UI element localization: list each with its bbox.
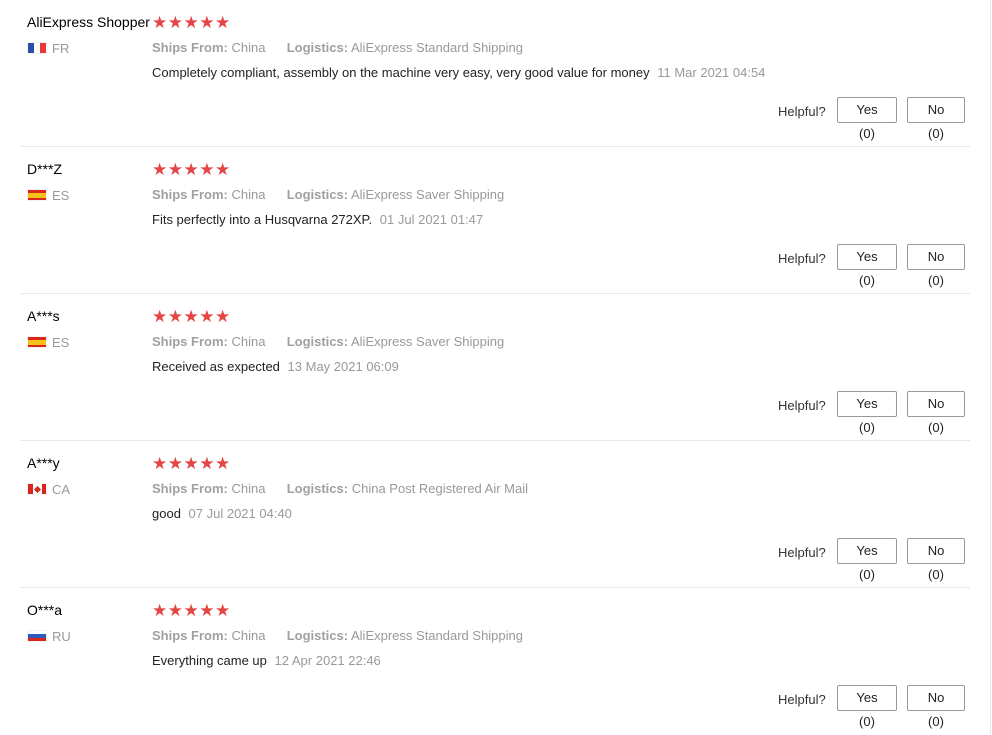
star-rating: ★★★★★ xyxy=(152,307,231,326)
review-item: AliExpress Shopper FR ★★★★★ Ships From: … xyxy=(0,0,990,147)
review-content: Everything came up 12 Apr 2021 22:46 xyxy=(152,653,381,668)
review-item: A***s ES ★★★★★ Ships From: China Logisti… xyxy=(0,294,990,441)
helpful-label: Helpful? xyxy=(778,398,826,413)
review-text: Completely compliant, assembly on the ma… xyxy=(152,65,650,80)
logistics-label: Logistics: xyxy=(286,40,349,55)
logistics-value: AliExpress Standard Shipping xyxy=(351,40,523,55)
spain-flag-icon xyxy=(27,189,47,201)
reviewer-country: RU xyxy=(52,629,71,644)
helpful-no-button[interactable]: No (0) xyxy=(907,244,965,288)
ships-from-label: Ships From: xyxy=(152,40,228,55)
reviewer-name: AliExpress Shopper xyxy=(27,14,150,30)
star-rating: ★★★★★ xyxy=(152,601,231,620)
ships-from-value: China xyxy=(231,40,266,55)
review-list: AliExpress Shopper FR ★★★★★ Ships From: … xyxy=(0,0,991,734)
helpful-no-button[interactable]: No (0) xyxy=(907,538,965,582)
review-text: Received as expected xyxy=(152,359,280,374)
review-text: good xyxy=(152,506,181,521)
helpful-label: Helpful? xyxy=(778,545,826,560)
reviewer-name: A***s xyxy=(27,308,60,324)
helpful-label: Helpful? xyxy=(778,251,826,266)
reviewer-name: A***y xyxy=(27,455,60,471)
reviewer-country: CA xyxy=(52,482,71,497)
logistics-value: China Post Registered Air Mail xyxy=(351,481,529,496)
review-date: 11 Mar 2021 04:54 xyxy=(657,65,766,80)
reviewer-country: ES xyxy=(52,188,70,203)
helpful-label: Helpful? xyxy=(778,692,826,707)
shipping-info: Ships From: China Logistics: AliExpress … xyxy=(152,334,504,349)
ships-from-label: Ships From: xyxy=(152,481,228,496)
ships-from-label: Ships From: xyxy=(152,334,228,349)
review-date: 01 Jul 2021 01:47 xyxy=(379,212,484,227)
review-text: Everything came up xyxy=(152,653,267,668)
ships-from-label: Ships From: xyxy=(152,187,228,202)
shipping-info: Ships From: China Logistics: AliExpress … xyxy=(152,40,523,55)
star-rating: ★★★★★ xyxy=(152,160,231,179)
review-content: good 07 Jul 2021 04:40 xyxy=(152,506,292,521)
review-item: O***a RU ★★★★★ Ships From: China Logisti… xyxy=(0,588,990,735)
helpful-no-button[interactable]: No (0) xyxy=(907,391,965,435)
shipping-info: Ships From: China Logistics: China Post … xyxy=(152,481,528,496)
russia-flag-icon xyxy=(27,630,47,642)
france-flag-icon xyxy=(27,42,47,54)
review-item: A***y CA ★★★★★ Ships From: China Logisti… xyxy=(0,441,990,588)
review-date: 07 Jul 2021 04:40 xyxy=(188,506,292,521)
reviewer-name: O***a xyxy=(27,602,63,618)
logistics-label: Logistics: xyxy=(286,187,349,202)
helpful-no-button[interactable]: No (0) xyxy=(907,97,965,141)
ships-from-label: Ships From: xyxy=(152,628,228,643)
ships-from-value: China xyxy=(231,628,266,643)
star-rating: ★★★★★ xyxy=(152,13,231,32)
ships-from-value: China xyxy=(231,187,266,202)
helpful-yes-button[interactable]: Yes (0) xyxy=(837,391,897,435)
logistics-label: Logistics: xyxy=(286,628,349,643)
review-item: D***Z ES ★★★★★ Ships From: China Logisti… xyxy=(0,147,990,294)
logistics-label: Logistics: xyxy=(286,334,349,349)
helpful-yes-button[interactable]: Yes (0) xyxy=(837,538,897,582)
helpful-label: Helpful? xyxy=(778,104,826,119)
review-content: Received as expected 13 May 2021 06:09 xyxy=(152,359,399,374)
reviewer-country: ES xyxy=(52,335,70,350)
star-rating: ★★★★★ xyxy=(152,454,231,473)
logistics-value: AliExpress Saver Shipping xyxy=(351,187,505,202)
reviewer-name: D***Z xyxy=(27,161,63,177)
logistics-label: Logistics: xyxy=(286,481,349,496)
review-text: Fits perfectly into a Husqvarna 272XP. xyxy=(152,212,373,227)
helpful-yes-button[interactable]: Yes (0) xyxy=(837,244,897,288)
reviewer-country: FR xyxy=(52,41,70,56)
helpful-yes-button[interactable]: Yes (0) xyxy=(837,97,897,141)
review-content: Completely compliant, assembly on the ma… xyxy=(152,65,765,80)
review-date: 13 May 2021 06:09 xyxy=(287,359,399,374)
helpful-no-button[interactable]: No (0) xyxy=(907,685,965,729)
ships-from-value: China xyxy=(231,334,266,349)
spain-flag-icon xyxy=(27,336,47,348)
review-content: Fits perfectly into a Husqvarna 272XP. 0… xyxy=(152,212,483,227)
logistics-value: AliExpress Saver Shipping xyxy=(351,334,505,349)
logistics-value: AliExpress Standard Shipping xyxy=(351,628,523,643)
canada-flag-icon xyxy=(27,483,47,495)
ships-from-value: China xyxy=(231,481,266,496)
helpful-yes-button[interactable]: Yes (0) xyxy=(837,685,897,729)
shipping-info: Ships From: China Logistics: AliExpress … xyxy=(152,187,504,202)
shipping-info: Ships From: China Logistics: AliExpress … xyxy=(152,628,523,643)
review-date: 12 Apr 2021 22:46 xyxy=(274,653,381,668)
